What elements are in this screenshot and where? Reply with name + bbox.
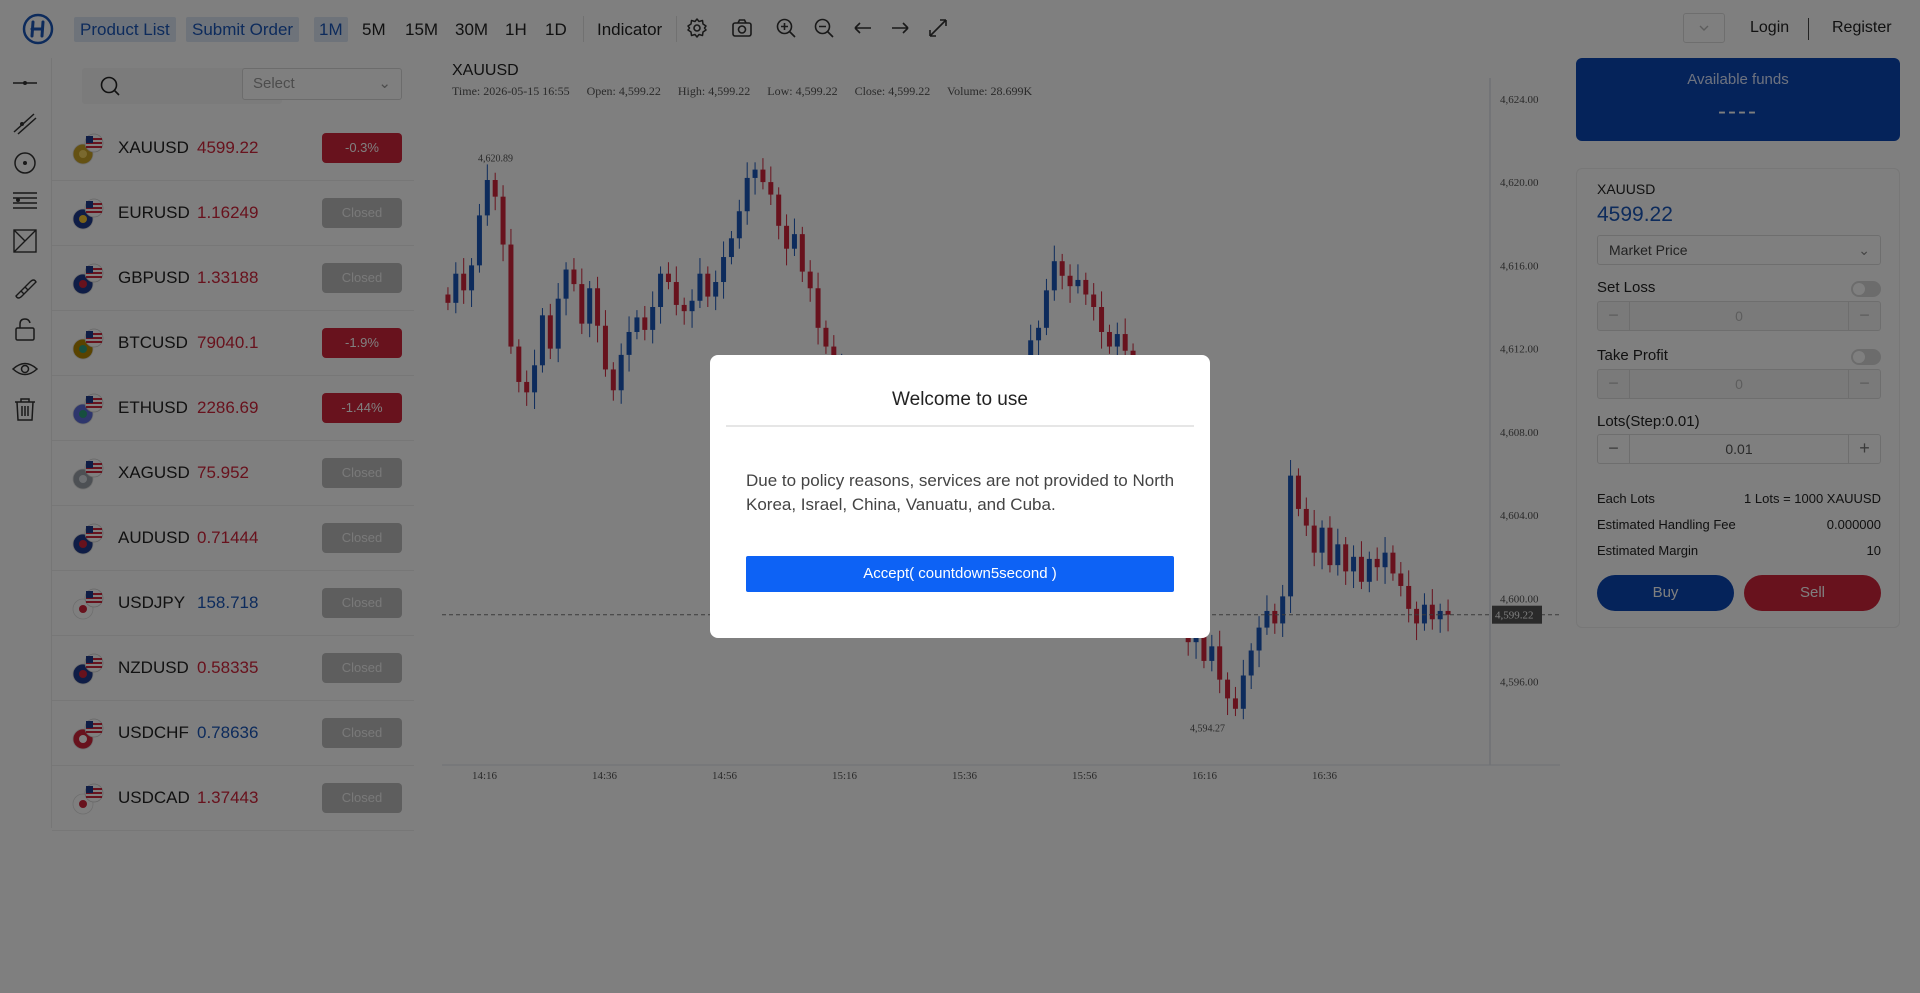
dialog-message: Due to policy reasons, services are not …: [746, 471, 1175, 514]
welcome-dialog: Welcome to use Due to policy reasons, se…: [710, 355, 1210, 638]
dialog-title: Welcome to use: [892, 389, 1028, 410]
accept-button[interactable]: Accept( countdown5second ): [746, 556, 1174, 592]
dialog-divider: [726, 425, 1194, 427]
